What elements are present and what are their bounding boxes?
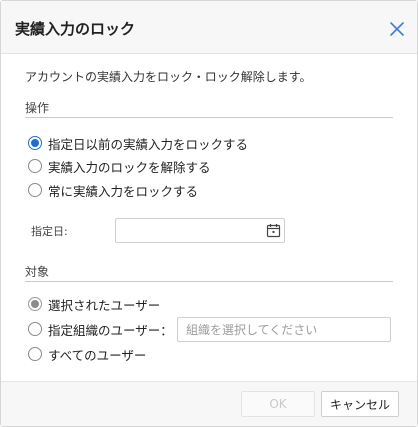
radio-button-lock-before-date[interactable] [28,136,42,150]
radio-button-all-users[interactable] [28,347,42,361]
radio-label: 実績入力のロックを解除する [48,159,211,175]
radio-selected-users[interactable]: 選択されたユーザー [28,294,160,314]
radio-button-unlock[interactable] [28,159,42,173]
cancel-button[interactable]: キャンセル [321,391,399,417]
target-divider [25,281,393,282]
radio-label: 指定組織のユーザー： [48,322,173,338]
dialog-header: 実績入力のロック [1,1,417,54]
ok-button[interactable]: OK [241,391,315,417]
calendar-icon[interactable] [266,223,281,238]
radio-label: 選択されたユーザー [48,297,161,313]
dialog-description: アカウントの実績入力をロック・ロック解除します。 [25,70,312,84]
operation-divider [25,117,393,118]
radio-always-lock[interactable]: 常に実績入力をロックする [28,180,198,200]
target-section-label: 対象 [25,265,50,279]
radio-label: すべてのユーザー [48,347,147,363]
radio-button-org-users[interactable] [28,322,42,336]
operation-section-label: 操作 [25,101,50,115]
radio-label: 常に実績入力をロックする [48,183,199,199]
radio-label: 指定日以前の実績入力をロックする [48,136,249,152]
lock-dialog: 実績入力のロック アカウントの実績入力をロック・ロック解除します。 操作 指定日… [0,0,418,427]
radio-unlock[interactable]: 実績入力のロックを解除する [28,156,211,176]
organization-input[interactable] [177,317,391,342]
radio-all-users[interactable]: すべてのユーザー [28,344,146,364]
radio-org-users[interactable]: 指定組織のユーザー： [28,319,173,339]
radio-button-always-lock[interactable] [28,183,42,197]
radio-button-selected-users[interactable] [28,297,42,311]
radio-lock-before-date[interactable]: 指定日以前の実績入力をロックする [28,133,248,153]
close-icon[interactable] [389,21,405,37]
date-input[interactable] [115,218,285,243]
dialog-title: 実績入力のロック [15,20,136,38]
date-label: 指定日: [31,225,68,238]
